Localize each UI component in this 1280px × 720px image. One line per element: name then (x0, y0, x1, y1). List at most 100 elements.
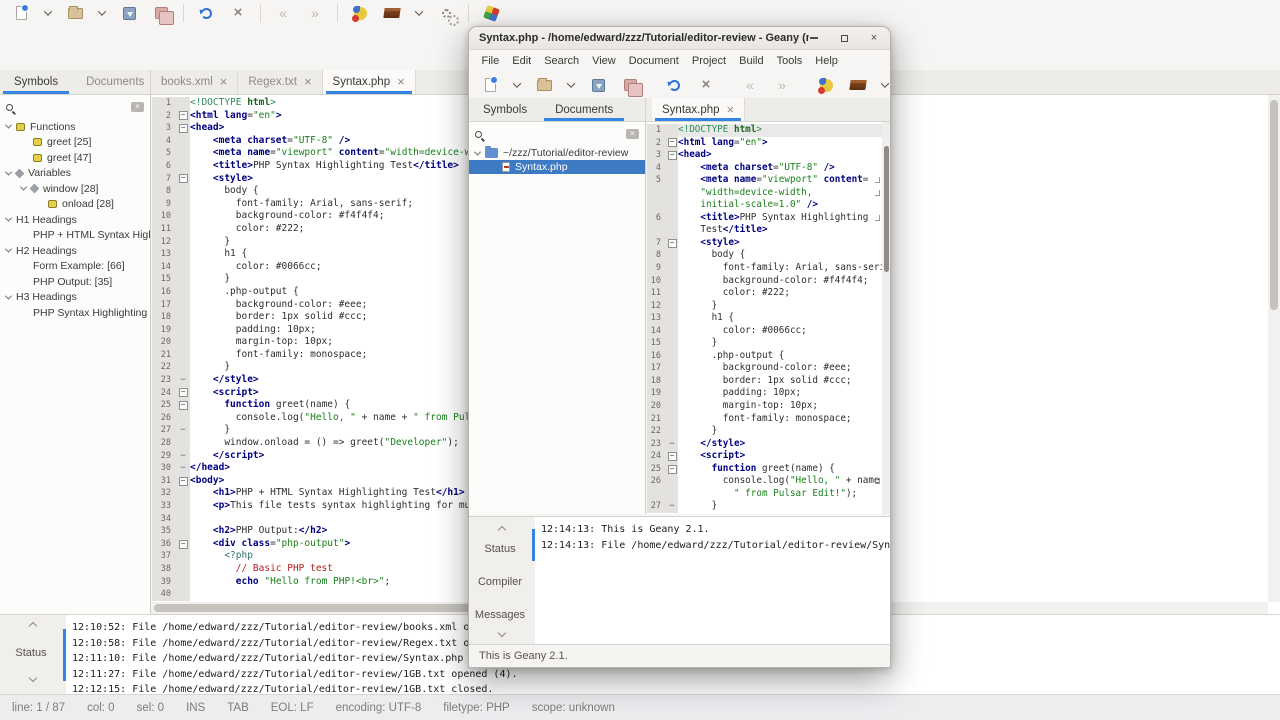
save-all-button[interactable] (148, 2, 174, 24)
expander-icon[interactable] (5, 168, 12, 175)
fold-margin[interactable]: − (176, 110, 190, 123)
expander-icon[interactable] (474, 148, 481, 155)
code-line[interactable]: 16 .php-output { (647, 350, 882, 363)
code-line[interactable]: 24− <script> (647, 450, 882, 463)
code-line[interactable]: 4 <meta charset="UTF-8" /> (647, 162, 882, 175)
code-line[interactable]: 17 background-color: #eee; (647, 362, 882, 375)
save-all-button[interactable] (617, 74, 643, 96)
fold-collapse-icon[interactable]: − (179, 124, 188, 133)
tab-close-icon[interactable]: × (397, 77, 405, 87)
menu-item-build[interactable]: Build (733, 55, 770, 67)
expander-icon[interactable] (5, 122, 12, 129)
clear-search-icon[interactable]: × (626, 129, 639, 139)
color-chooser-button[interactable] (478, 2, 504, 24)
tree-item-variables[interactable]: Variables (0, 166, 150, 182)
expander-icon[interactable] (20, 184, 27, 191)
tree-item-h1-headings[interactable]: H1 Headings (0, 212, 150, 228)
close-file-button[interactable]: × (225, 2, 251, 24)
panel-scroll-up-icon[interactable] (29, 622, 37, 630)
documents-search-input[interactable] (487, 128, 621, 140)
build-button[interactable] (379, 2, 405, 24)
fold-collapse-icon[interactable]: − (179, 111, 188, 120)
nav-back-button[interactable]: « (737, 74, 763, 96)
tree-item-syntax-php[interactable]: Syntax.php (469, 160, 645, 174)
tab-close-icon[interactable]: × (304, 77, 312, 87)
close-file-button[interactable]: × (693, 74, 719, 96)
code-line[interactable]: 23− </style> (647, 438, 882, 451)
revert-button[interactable] (193, 2, 219, 24)
build-dropdown[interactable] (877, 74, 891, 96)
menu-item-view[interactable]: View (586, 55, 623, 67)
expander-icon[interactable] (5, 215, 12, 222)
tree-item-h3-child[interactable]: PHP Syntax Highlighting Test [6 (0, 305, 150, 321)
build-dropdown[interactable] (411, 2, 427, 24)
symbols-search-input[interactable] (18, 101, 126, 113)
open-file-dropdown[interactable] (94, 2, 110, 24)
tree-item-project-folder[interactable]: ~/zzz/Tutorial/editor-review (469, 146, 645, 160)
clear-search-icon[interactable]: × (131, 102, 144, 112)
panel-tab-status[interactable]: Status (469, 543, 531, 555)
code-line[interactable]: " from Pulsar Edit!"); (647, 488, 882, 501)
build-button[interactable] (845, 74, 871, 96)
nav-forward-button[interactable]: » (769, 74, 795, 96)
code-line[interactable]: 27− } (647, 500, 882, 513)
open-file-button[interactable] (62, 2, 88, 24)
code-line[interactable]: 11 color: #222; (647, 287, 882, 300)
new-file-dropdown[interactable] (509, 74, 525, 96)
nav-forward-button[interactable]: » (302, 2, 328, 24)
save-button[interactable] (585, 74, 611, 96)
editor-vscrollbar[interactable] (1268, 95, 1280, 602)
code-line[interactable]: 13 h1 { (647, 312, 882, 325)
fold-margin[interactable]: − (666, 450, 678, 463)
fold-collapse-icon[interactable]: − (668, 465, 677, 474)
fold-margin[interactable]: − (176, 538, 190, 551)
menu-item-edit[interactable]: Edit (506, 55, 538, 67)
fold-collapse-icon[interactable]: − (668, 151, 677, 160)
dialog-titlebar[interactable]: Syntax.php - /home/edward/zzz/Tutorial/e… (469, 27, 890, 50)
code-line[interactable]: "width=device-width, (647, 187, 882, 200)
nav-back-button[interactable]: « (270, 2, 296, 24)
open-file-dropdown[interactable] (563, 74, 579, 96)
tree-item-php-output[interactable]: PHP Output: [35] (0, 274, 150, 290)
new-file-button[interactable] (477, 74, 503, 96)
fold-margin[interactable]: − (176, 387, 190, 400)
panel-tab-messages[interactable]: Messages (469, 609, 531, 621)
tab-documents[interactable]: Documents (72, 70, 158, 94)
file-tab-regex-txt[interactable]: Regex.txt× (238, 70, 322, 94)
tree-item-h2-headings[interactable]: H2 Headings (0, 243, 150, 259)
vscroll-thumb[interactable] (884, 146, 889, 272)
panel-scroll-up-icon[interactable] (498, 526, 506, 534)
new-file-button[interactable] (8, 2, 34, 24)
panel-scroll-down-icon[interactable] (29, 674, 37, 682)
expander-icon[interactable] (5, 292, 12, 299)
code-line[interactable]: 7− <style> (647, 237, 882, 250)
dialog-editor[interactable]: 1<!DOCTYPE html>2−<html lang="en">3−<hea… (647, 122, 890, 514)
code-line[interactable]: 5 <meta name="viewport" content= (647, 174, 882, 187)
code-line[interactable]: Test</title> (647, 224, 882, 237)
fold-margin[interactable]: − (666, 237, 678, 250)
tree-item-h3-headings[interactable]: H3 Headings (0, 290, 150, 306)
menu-item-document[interactable]: Document (622, 55, 685, 67)
close-icon[interactable]: × (868, 32, 880, 44)
vscroll-thumb[interactable] (1270, 100, 1278, 310)
fold-collapse-icon[interactable]: − (179, 174, 188, 183)
tree-item-onload[interactable]: onload [28] (0, 197, 150, 213)
compile-button[interactable] (347, 2, 373, 24)
code-line[interactable]: 19 padding: 10px; (647, 387, 882, 400)
tab-close-icon[interactable]: × (220, 77, 228, 87)
fold-collapse-icon[interactable]: − (179, 477, 188, 486)
compile-button[interactable] (813, 74, 839, 96)
code-line[interactable]: 6 <title>PHP Syntax Highlighting (647, 212, 882, 225)
code-line[interactable]: 21 font-family: monospace; (647, 413, 882, 426)
panel-tab-compiler[interactable]: Compiler (469, 576, 531, 588)
menu-item-tools[interactable]: Tools (770, 55, 809, 67)
code-line[interactable]: 3−<head> (647, 149, 882, 162)
maximize-icon[interactable] (838, 32, 850, 44)
tree-item-form-example[interactable]: Form Example: [66] (0, 259, 150, 275)
fold-margin[interactable]: − (176, 475, 190, 488)
fold-margin[interactable]: − (666, 149, 678, 162)
code-line[interactable]: 9 font-family: Arial, sans-serif; (647, 262, 882, 275)
code-line[interactable]: 18 border: 1px solid #ccc; (647, 375, 882, 388)
code-line[interactable]: 25− function greet(name) { (647, 463, 882, 476)
fold-collapse-icon[interactable]: − (668, 138, 677, 147)
